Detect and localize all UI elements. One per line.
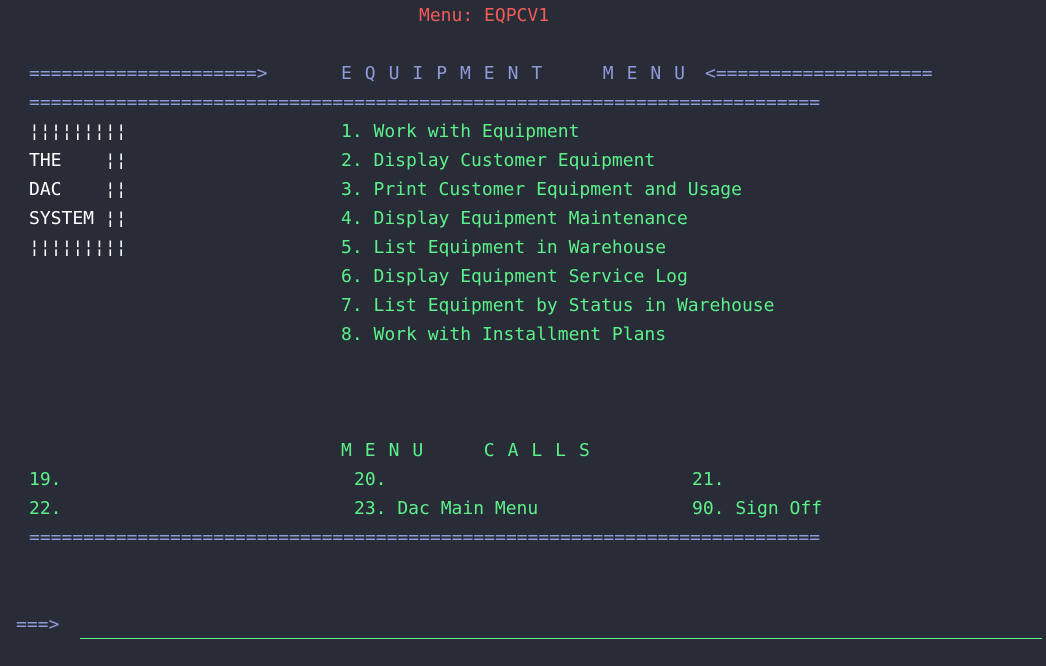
menu-call-sign-off[interactable]: 90. Sign Off (692, 498, 822, 520)
command-input[interactable] (80, 620, 1042, 639)
menu-option-display-equipment-maintenance[interactable]: 4. Display Equipment Maintenance (341, 208, 688, 230)
menu-option-print-customer-equipment[interactable]: 3. Print Customer Equipment and Usage (341, 179, 742, 201)
menu-option-work-with-installment-plans[interactable]: 8. Work with Installment Plans (341, 324, 666, 346)
menu-calls-title: MENU CALLS (341, 440, 603, 461)
menu-call-22[interactable]: 22. (29, 498, 62, 520)
menu-option-work-with-equipment[interactable]: 1. Work with Equipment (341, 121, 579, 143)
banner-right-arrow: <==================== (705, 63, 933, 84)
menu-call-21[interactable]: 21. (692, 469, 725, 491)
menu-option-display-customer-equipment[interactable]: 2. Display Customer Equipment (341, 150, 655, 172)
footer-rule: ========================================… (29, 527, 821, 548)
menu-id: EQPCV1 (484, 5, 550, 26)
menu-option-list-equipment-in-warehouse[interactable]: 5. List Equipment in Warehouse (341, 237, 666, 259)
page-title: EQUIPMENT MENU (341, 63, 698, 84)
menu-label: Menu: (419, 5, 474, 26)
logo-line-dac: DAC ¦¦ (29, 179, 127, 200)
logo-bottom-bar: ¦¦¦¦¦¦¦¦¦ (29, 237, 127, 258)
banner-rule: ========================================… (29, 92, 821, 113)
menu-call-20[interactable]: 20. (354, 469, 387, 491)
menu-option-display-equipment-service-log[interactable]: 6. Display Equipment Service Log (341, 266, 688, 288)
menu-call-dac-main-menu[interactable]: 23. Dac Main Menu (354, 498, 538, 520)
banner-left-arrow: =====================> (29, 63, 268, 84)
logo-top-bar: ¦¦¦¦¦¦¦¦¦ (29, 121, 127, 142)
menu-option-list-equipment-by-status[interactable]: 7. List Equipment by Status in Warehouse (341, 295, 774, 317)
command-prompt: ===> (16, 614, 60, 635)
logo-line-system: SYSTEM ¦¦ (29, 208, 127, 229)
menu-call-19[interactable]: 19. (29, 469, 62, 491)
logo-line-the: THE ¦¦ (29, 150, 127, 171)
menu-id-header: Menu: EQPCV1 (419, 5, 549, 27)
